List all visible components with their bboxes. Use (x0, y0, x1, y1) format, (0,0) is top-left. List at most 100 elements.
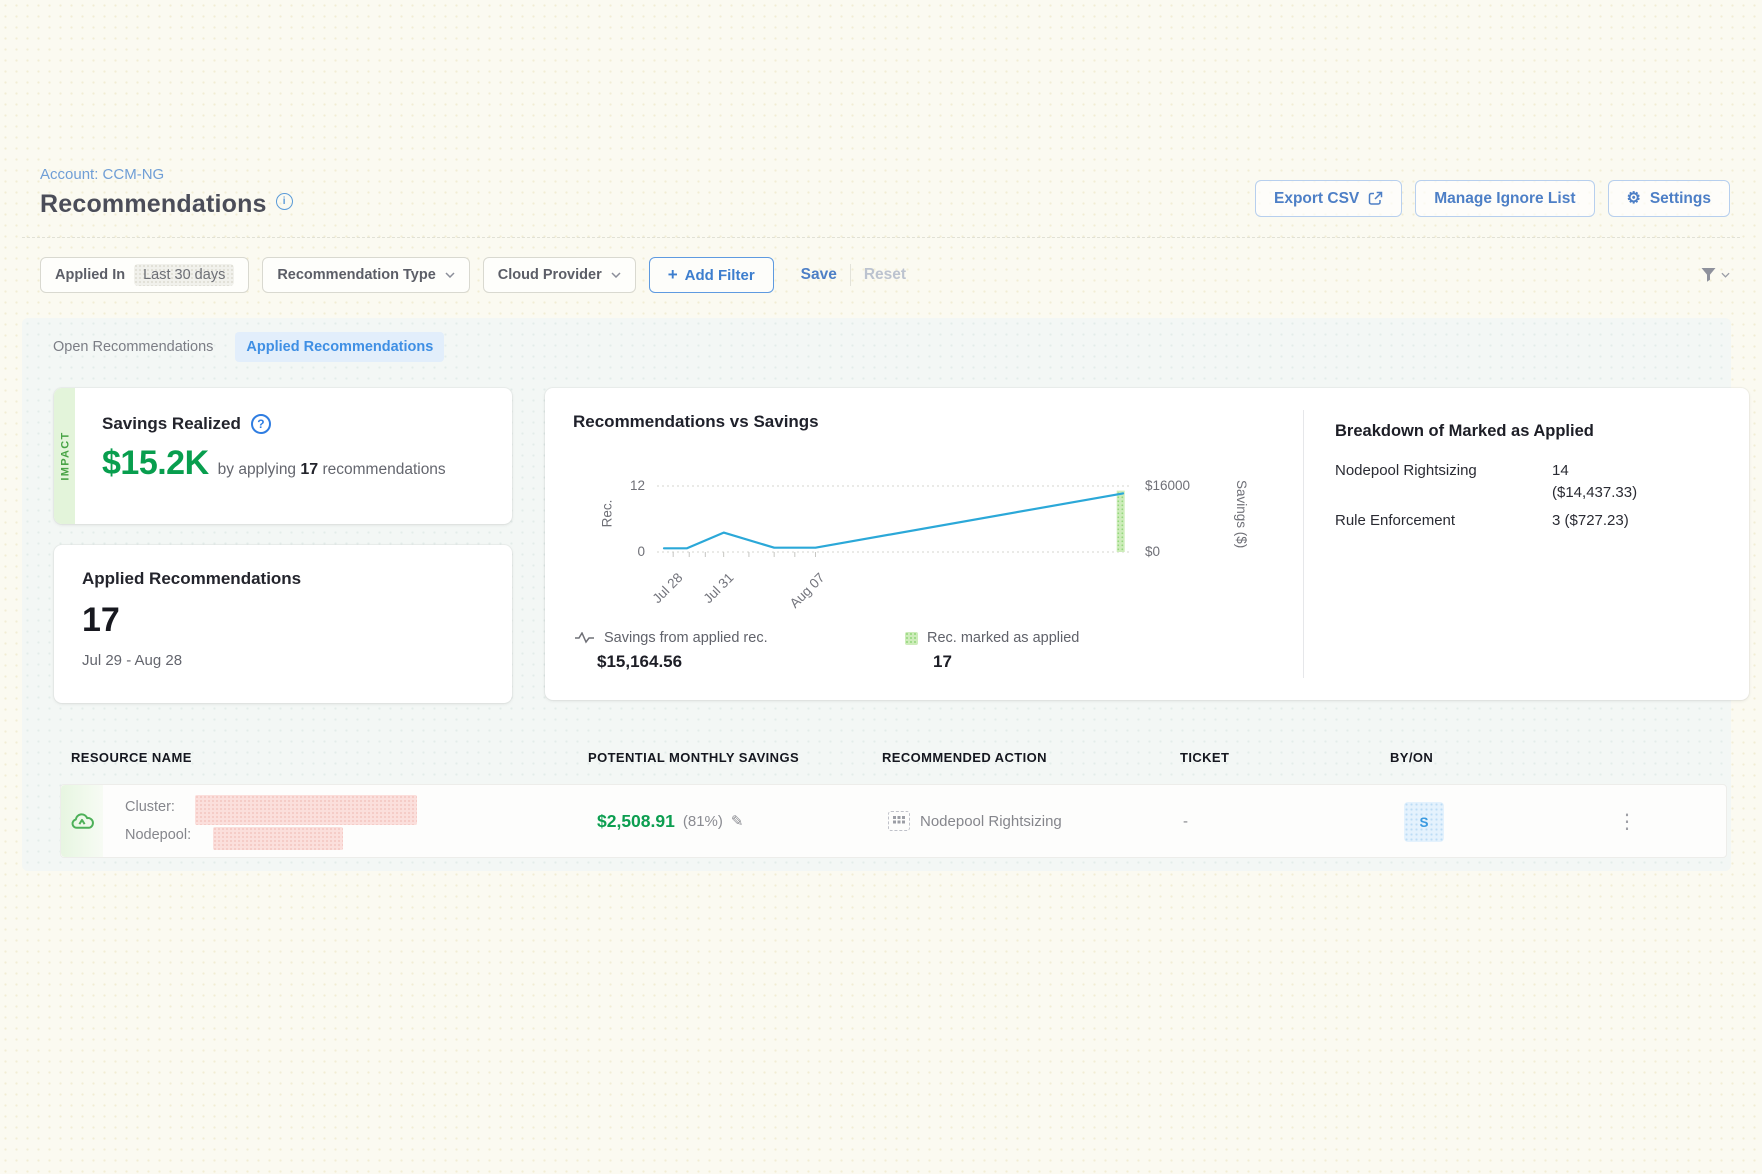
provider-strip (61, 785, 103, 857)
applied-in-value-chip[interactable]: Last 30 days (134, 264, 234, 286)
breadcrumb[interactable]: Account: CCM-NG (40, 166, 164, 183)
cloud-provider-filter[interactable]: Cloud Provider (483, 257, 636, 293)
header-actions: Export CSV Manage Ignore List ⚙ Settings (1255, 180, 1730, 217)
recommendations-page: Account: CCM-NG Recommendations i Export… (0, 0, 1762, 1174)
table-row[interactable]: Cluster: Nodepool: $2,508.91 (81%) ✎ Nod… (60, 784, 1727, 858)
bar-series-icon (905, 632, 918, 645)
by-on-avatar[interactable]: S (1404, 802, 1444, 842)
column-header-potential-savings: POTENTIAL MONTHLY SAVINGS (588, 750, 799, 765)
column-header-ticket: TICKET (1180, 750, 1229, 765)
filter-panel-toggle[interactable] (1700, 267, 1730, 283)
cloud-provider-label: Cloud Provider (498, 267, 602, 283)
x-axis-labels: Jul 28Jul 31Aug 07 (657, 556, 1130, 620)
right-axis-tick-max: $16000 (1145, 478, 1190, 493)
applied-date-range: Jul 29 - Aug 28 (82, 652, 301, 669)
chevron-down-icon (1721, 272, 1730, 278)
caption-suffix: recommendations (322, 461, 445, 478)
impact-strip: IMPACT (54, 388, 75, 524)
add-filter-label: Add Filter (685, 267, 755, 284)
applied-card-body: Applied Recommendations 17 Jul 29 - Aug … (82, 569, 301, 669)
content-panel: Open Recommendations Applied Recommendat… (22, 318, 1731, 871)
breakdown-row-value: ($14,437.33) (1552, 484, 1637, 501)
toolbar-divider (22, 237, 1740, 238)
breakdown-row-label: Nodepool Rightsizing (1335, 462, 1477, 479)
savings-realized-caption: by applying 17 recommendations (218, 461, 446, 479)
caption-prefix: by applying (218, 461, 296, 478)
impact-badge: IMPACT (60, 431, 72, 480)
external-link-icon (1368, 191, 1383, 206)
tabs: Open Recommendations Applied Recommendat… (45, 332, 444, 362)
settings-button[interactable]: ⚙ Settings (1608, 180, 1731, 217)
breakdown-row-value: 14 (1552, 462, 1569, 479)
column-header-by-on: BY/ON (1390, 750, 1433, 765)
chevron-down-icon (611, 272, 621, 278)
chart-title: Recommendations vs Savings (573, 412, 819, 432)
legend-label: Rec. marked as applied (927, 630, 1079, 646)
y-axis-tick-max: 12 (601, 478, 645, 493)
savings-realized-amount: $15.2K (102, 444, 209, 483)
legend-value-savings: $15,164.56 (597, 652, 682, 672)
settings-label: Settings (1650, 190, 1711, 208)
add-filter-button[interactable]: + Add Filter (649, 257, 774, 293)
applied-count: 17 (82, 601, 301, 640)
applied-in-filter[interactable]: Applied In Last 30 days (40, 257, 249, 293)
tab-open-recommendations[interactable]: Open Recommendations (45, 332, 221, 362)
save-reset-divider (850, 264, 851, 286)
help-icon[interactable]: ? (251, 414, 271, 434)
cloud-provider-icon (69, 811, 95, 832)
funnel-icon (1700, 267, 1717, 283)
right-axis-tick-min: $0 (1145, 544, 1160, 559)
chevron-down-icon (445, 272, 455, 278)
legend-label: Savings from applied rec. (604, 630, 768, 646)
page-title-row: Recommendations i (40, 190, 293, 219)
cluster-label: Cluster: (125, 799, 175, 815)
row-overflow-menu[interactable]: ⋮ (1617, 785, 1637, 857)
savings-percent: (81%) (683, 813, 723, 830)
y-axis-label: Rec. (599, 500, 614, 528)
edit-pencil-icon[interactable]: ✎ (731, 812, 744, 830)
nodepool-label: Nodepool: (125, 827, 191, 843)
redacted-nodepool-name (213, 827, 343, 850)
recommended-action-label: Nodepool Rightsizing (920, 813, 1062, 830)
page-title: Recommendations (40, 190, 267, 219)
impact-card-body: Savings Realized ? $15.2K by applying 17… (102, 414, 496, 483)
column-header-recommended-action: RECOMMENDED ACTION (882, 750, 1047, 765)
plus-icon: + (668, 265, 678, 285)
export-csv-button[interactable]: Export CSV (1255, 180, 1402, 217)
savings-realized-title: Savings Realized (102, 414, 241, 434)
recommendation-type-filter[interactable]: Recommendation Type (262, 257, 469, 293)
legend-entry-savings: Savings from applied rec. (575, 630, 768, 646)
filter-toolbar: Applied In Last 30 days Recommendation T… (40, 257, 1730, 293)
column-header-resource-name: RESOURCE NAME (71, 750, 192, 765)
info-icon[interactable]: i (276, 193, 293, 210)
redacted-cluster-name (195, 795, 417, 825)
y-axis-tick-min: 0 (601, 544, 645, 559)
applied-in-label: Applied In (55, 267, 125, 283)
applied-card-title: Applied Recommendations (82, 569, 301, 589)
caption-count: 17 (300, 461, 318, 478)
breakdown-title: Breakdown of Marked as Applied (1335, 422, 1594, 441)
potential-savings-cell: $2,508.91 (81%) ✎ (597, 785, 743, 857)
legend-entry-marked-applied: Rec. marked as applied (905, 630, 1079, 646)
tab-applied-recommendations[interactable]: Applied Recommendations (235, 332, 444, 362)
manage-ignore-list-label: Manage Ignore List (1434, 190, 1575, 208)
recommendation-type-label: Recommendation Type (277, 267, 435, 283)
savings-chart (657, 484, 1130, 560)
gear-icon: ⚙ (1627, 191, 1641, 207)
ticket-cell: - (1183, 785, 1188, 857)
line-series-icon (575, 632, 595, 644)
legend-value-marked-applied: 17 (933, 652, 952, 672)
applied-recommendations-card: Applied Recommendations 17 Jul 29 - Aug … (54, 545, 512, 703)
manage-ignore-list-button[interactable]: Manage Ignore List (1415, 180, 1594, 217)
grid-glyph (893, 816, 905, 826)
breakdown-row-label: Rule Enforcement (1335, 512, 1455, 529)
right-axis-label: Savings ($) (1209, 480, 1249, 554)
savings-amount: $2,508.91 (597, 811, 675, 832)
reset-filter-link[interactable]: Reset (864, 266, 906, 284)
save-filter-link[interactable]: Save (801, 266, 837, 284)
card-divider (1303, 410, 1304, 678)
breakdown-row-value: 3 ($727.23) (1552, 512, 1629, 529)
nodepool-icon (888, 811, 910, 831)
recommended-action-cell: Nodepool Rightsizing (888, 785, 1062, 857)
chart-card: Recommendations vs Savings 12 0 Rec. $16… (545, 388, 1749, 700)
